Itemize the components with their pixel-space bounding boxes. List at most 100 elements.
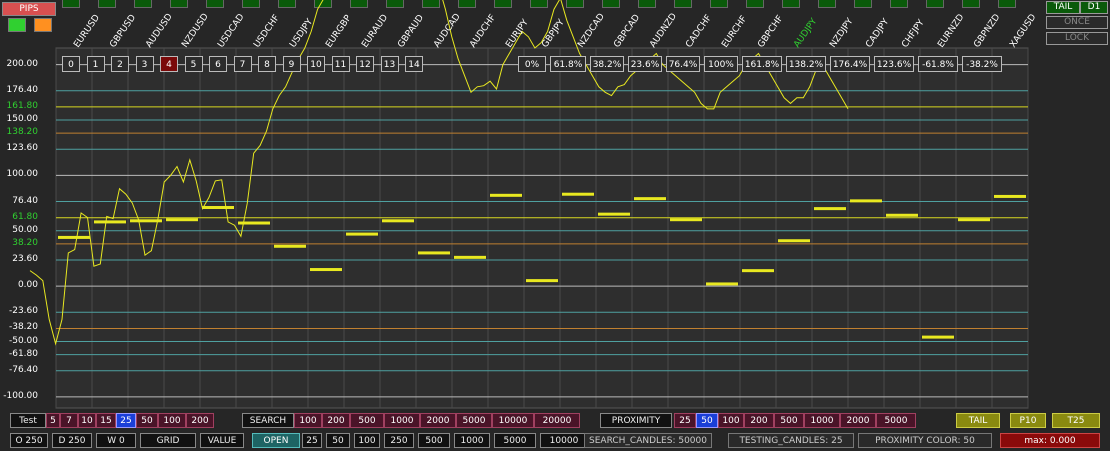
chart-button-12[interactable]: 12 [356, 56, 374, 72]
proximity-option[interactable]: 1000 [804, 413, 840, 428]
level-bar [310, 268, 342, 272]
y-tick-label: 150.00 [6, 114, 39, 124]
x-category-label: NZDUSD [180, 12, 211, 50]
chart-button-13[interactable]: 13 [380, 56, 399, 72]
t25-button[interactable]: T25 [1052, 413, 1100, 428]
proximity-option[interactable]: 200 [744, 413, 774, 428]
chart-button-9[interactable]: 9 [282, 56, 301, 72]
x-category-label: GBPCHF [756, 14, 785, 50]
level-bar [562, 192, 594, 196]
test-option[interactable]: 5 [46, 413, 60, 428]
search-option[interactable]: 200 [322, 413, 350, 428]
y-tick-label: -61.80 [8, 348, 38, 359]
testing-candles-status: TESTING_CANDLES: 25 [728, 433, 854, 448]
search-option[interactable]: 500 [350, 413, 384, 428]
y-tick-label: 176.40 [6, 84, 39, 95]
x-category-label: USDCAD [216, 12, 246, 49]
level-bar [490, 193, 522, 197]
x-category-label: GBPJPY [540, 17, 567, 49]
proximity-option[interactable]: 500 [774, 413, 804, 428]
plot-area [55, 47, 1029, 409]
chart-button-6[interactable]: 6 [209, 56, 227, 72]
tail-button[interactable]: TAIL [956, 413, 1000, 428]
chart-button-3[interactable]: 3 [135, 56, 154, 72]
search-option[interactable]: 2000 [420, 413, 456, 428]
x-category-label: AUDNZD [648, 12, 679, 50]
fib-button[interactable]: 76.4% [666, 56, 700, 72]
test-option[interactable]: 7 [60, 413, 78, 428]
fib-button[interactable]: 138.2% [786, 56, 826, 72]
candle-option[interactable]: 5000 [494, 433, 536, 448]
proximity-option[interactable]: 100 [718, 413, 744, 428]
level-bar [58, 235, 90, 239]
x-category-label: USDJPY [288, 17, 315, 50]
fib-button[interactable]: 61.8% [550, 56, 586, 72]
x-category-label: XAGUSD [1008, 12, 1038, 49]
proximity-option[interactable]: 25 [674, 413, 696, 428]
fib-button[interactable]: -38.2% [962, 56, 1002, 72]
label-layer: EURUSD GBPUSD AUDUSD NZDUSD USDCAD USDCHF USDJ… [72, 12, 1038, 50]
level-bar [994, 194, 1026, 198]
candle-option[interactable]: 25 [302, 433, 322, 448]
chart-button-2[interactable]: 2 [111, 56, 129, 72]
chart-button-10[interactable]: 10 [307, 56, 325, 72]
test-option[interactable]: 200 [186, 413, 214, 428]
fib-button[interactable]: 38.2% [590, 56, 624, 72]
candle-option[interactable]: 1000 [454, 433, 490, 448]
chart-button-7[interactable]: 7 [233, 56, 252, 72]
search-option[interactable]: 10000 [492, 413, 534, 428]
chart-button-4[interactable]: 4 [160, 56, 178, 72]
chart-button-11[interactable]: 11 [331, 56, 350, 72]
chart-button-14[interactable]: 14 [405, 56, 423, 72]
candle-option[interactable]: 250 [384, 433, 414, 448]
grid-button[interactable]: GRID [140, 433, 196, 448]
max-value: max: 0.000 [1000, 433, 1100, 448]
x-category-label: GBPUSD [108, 13, 138, 50]
candle-option[interactable]: 500 [418, 433, 450, 448]
x-category-label: EURCHF [720, 14, 749, 49]
fib-button[interactable]: 176.4% [830, 56, 870, 72]
proximity-option[interactable]: 5000 [876, 413, 916, 428]
search-option[interactable]: 100 [294, 413, 322, 428]
fib-button[interactable]: 0% [518, 56, 546, 72]
proximity-option[interactable]: 2000 [840, 413, 876, 428]
chart-button-8[interactable]: 8 [258, 56, 276, 72]
x-category-label: GBPCAD [612, 13, 642, 50]
chart-button-0[interactable]: 0 [62, 56, 80, 72]
open-button[interactable]: OPEN [252, 433, 300, 448]
search-option[interactable]: 1000 [384, 413, 420, 428]
level-bar [346, 232, 378, 236]
level-bar [598, 212, 630, 216]
test-option[interactable]: 50 [136, 413, 158, 428]
chart-button-5[interactable]: 5 [184, 56, 203, 72]
search-option[interactable]: 5000 [456, 413, 492, 428]
level-bar [94, 220, 126, 224]
fib-button[interactable]: -61.8% [918, 56, 958, 72]
test-option[interactable]: 10 [78, 413, 96, 428]
x-category-label: CADCHF [684, 13, 714, 50]
y-tick-label: -23.60 [8, 306, 38, 317]
test-option[interactable]: 100 [158, 413, 186, 428]
fib-button[interactable]: 161.8% [742, 56, 782, 72]
fib-button[interactable]: 23.6% [628, 56, 662, 72]
search-option[interactable]: 20000 [534, 413, 580, 428]
test-option[interactable]: 15 [96, 413, 116, 428]
level-bar [706, 282, 738, 286]
y-tick-label: -50.00 [8, 335, 38, 346]
candle-option[interactable]: 10000 [540, 433, 588, 448]
proximity-option[interactable]: 50 [696, 413, 718, 428]
value-button[interactable]: VALUE [200, 433, 244, 448]
y-tick-label: 161.80 [6, 100, 39, 111]
chart-button-1[interactable]: 1 [86, 56, 105, 72]
test-option[interactable]: 25 [116, 413, 136, 428]
level-bar [886, 213, 918, 217]
x-category-label: NZDJPY [828, 16, 856, 49]
x-category-label: GBPNZD [972, 12, 1002, 49]
p10-button[interactable]: P10 [1010, 413, 1046, 428]
fib-button[interactable]: 100% [704, 56, 738, 72]
candle-option[interactable]: 50 [326, 433, 350, 448]
candle-option[interactable]: 100 [354, 433, 380, 448]
level-bar [418, 251, 450, 255]
fib-button[interactable]: 123.6% [874, 56, 914, 72]
x-category-label: EURAUD [360, 13, 390, 50]
